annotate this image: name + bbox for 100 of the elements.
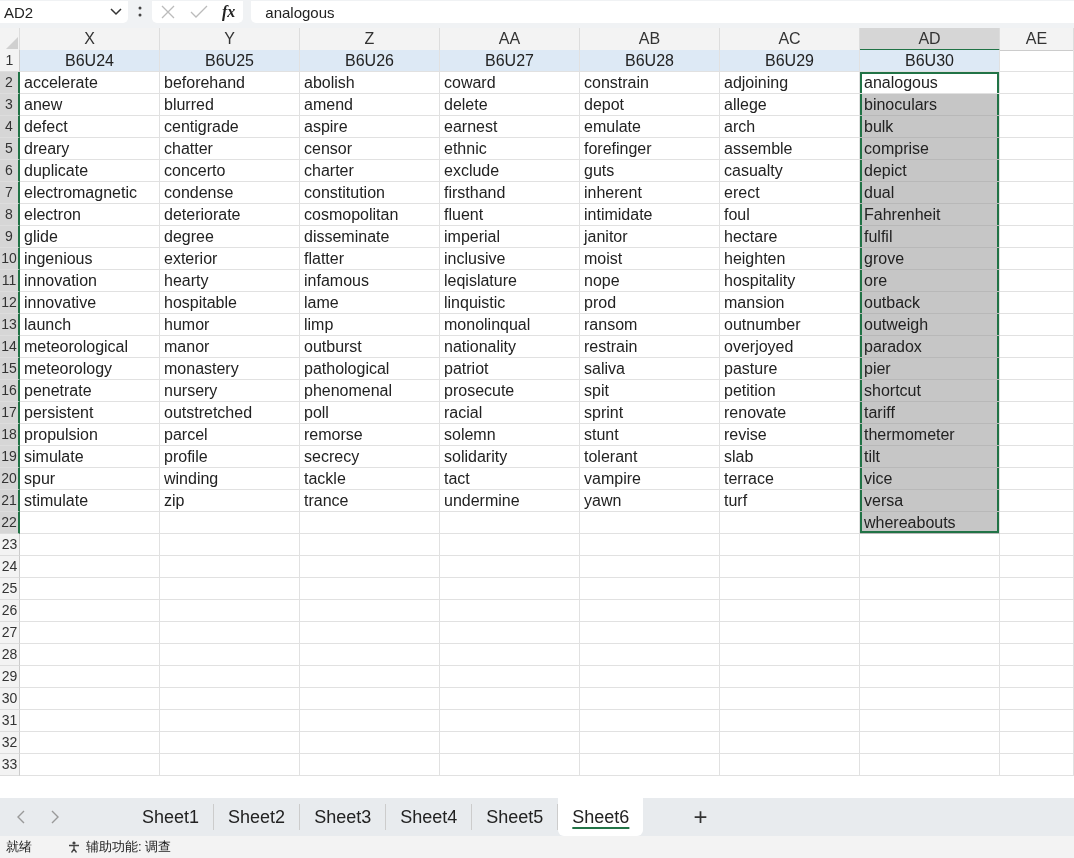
row-number[interactable]: 20: [0, 468, 20, 490]
table-cell: monastery: [160, 358, 300, 380]
name-box[interactable]: AD2: [0, 1, 128, 23]
table-cell: exclude: [440, 160, 580, 182]
row-number[interactable]: 2: [0, 72, 20, 94]
table-cell: patriot: [440, 358, 580, 380]
table-cell: tolerant: [580, 446, 720, 468]
row-number[interactable]: 22: [0, 512, 20, 534]
column-header[interactable]: X: [20, 28, 160, 51]
table-cell: propulsion: [20, 424, 160, 446]
table-cell: censor: [300, 138, 440, 160]
table-cell: secrecy: [300, 446, 440, 468]
row-number[interactable]: 29: [0, 666, 20, 688]
row-number[interactable]: 30: [0, 688, 20, 710]
row-number[interactable]: 1: [0, 50, 20, 72]
row-number[interactable]: 14: [0, 336, 20, 358]
column-header[interactable]: AD: [860, 28, 1000, 51]
sheet-tab[interactable]: Sheet3: [300, 804, 387, 830]
sheet-tab[interactable]: Sheet4: [386, 804, 473, 830]
insert-function-button[interactable]: fx: [222, 3, 236, 21]
row-number[interactable]: 19: [0, 446, 20, 468]
chevron-right-icon[interactable]: [50, 810, 60, 824]
corner-triangle-icon: [5, 36, 19, 50]
table-cell: nope: [580, 270, 720, 292]
row-number[interactable]: 33: [0, 754, 20, 776]
table-cell: trance: [300, 490, 440, 512]
row-number[interactable]: 11: [0, 270, 20, 292]
row-number[interactable]: 9: [0, 226, 20, 248]
row-number[interactable]: 3: [0, 94, 20, 116]
row-number[interactable]: 26: [0, 600, 20, 622]
column-header[interactable]: Z: [300, 28, 440, 51]
column-header[interactable]: Y: [160, 28, 300, 51]
table-cell: janitor: [580, 226, 720, 248]
status-text: 就绪: [6, 838, 32, 856]
table-cell: undermine: [440, 490, 580, 512]
table-cell: earnest: [440, 116, 580, 138]
table-cell: cosmopolitan: [300, 204, 440, 226]
table-cell: comprise: [860, 138, 1000, 160]
table-cell: meteorology: [20, 358, 160, 380]
column-header[interactable]: AE: [1000, 28, 1074, 51]
table-cell: innovation: [20, 270, 160, 292]
add-sheet-button[interactable]: +: [687, 803, 714, 831]
table-cell: fulfil: [860, 226, 1000, 248]
check-icon[interactable]: [190, 5, 208, 19]
table-cell: launch: [20, 314, 160, 336]
table-cell: simulate: [20, 446, 160, 468]
more-icon[interactable]: [138, 6, 142, 18]
row-number[interactable]: 24: [0, 556, 20, 578]
table-cell: degree: [160, 226, 300, 248]
row-number[interactable]: 17: [0, 402, 20, 424]
table-cell: outstretched: [160, 402, 300, 424]
row-number[interactable]: 4: [0, 116, 20, 138]
accessibility-status[interactable]: 辅助功能: 调查: [86, 838, 172, 856]
row-number[interactable]: 16: [0, 380, 20, 402]
cancel-icon[interactable]: [160, 4, 176, 20]
table-cell: humor: [160, 314, 300, 336]
row-number[interactable]: 15: [0, 358, 20, 380]
table-cell: dreary: [20, 138, 160, 160]
table-cell: shortcut: [860, 380, 1000, 402]
row-number[interactable]: 6: [0, 160, 20, 182]
sheet-tab[interactable]: Sheet1: [128, 804, 215, 830]
table-cell: vampire: [580, 468, 720, 490]
table-cell: charter: [300, 160, 440, 182]
table-cell: anew: [20, 94, 160, 116]
row-number[interactable]: 5: [0, 138, 20, 160]
table-cell: outweigh: [860, 314, 1000, 336]
table-cell: manor: [160, 336, 300, 358]
table-cell: deteriorate: [160, 204, 300, 226]
row-number[interactable]: 31: [0, 710, 20, 732]
table-cell: B6U29: [720, 50, 860, 72]
row-number[interactable]: 28: [0, 644, 20, 666]
row-number[interactable]: 32: [0, 732, 20, 754]
row-number[interactable]: 10: [0, 248, 20, 270]
accessibility-icon: [68, 841, 80, 853]
column-header[interactable]: AC: [720, 28, 860, 51]
table-cell: racial: [440, 402, 580, 424]
table-cell: outback: [860, 292, 1000, 314]
select-all-button[interactable]: [0, 28, 20, 51]
column-header[interactable]: AA: [440, 28, 580, 51]
row-number[interactable]: 12: [0, 292, 20, 314]
table-cell: linquistic: [440, 292, 580, 314]
table-cell: accelerate: [20, 72, 160, 94]
table-cell: spit: [580, 380, 720, 402]
row-number[interactable]: 21: [0, 490, 20, 512]
row-number[interactable]: 8: [0, 204, 20, 226]
formula-field[interactable]: analogous: [251, 1, 1074, 23]
table-cell: blurred: [160, 94, 300, 116]
table-cell: tact: [440, 468, 580, 490]
row-number[interactable]: 27: [0, 622, 20, 644]
row-number[interactable]: 7: [0, 182, 20, 204]
sheet-tab[interactable]: Sheet2: [214, 804, 301, 830]
table-cell: tariff: [860, 402, 1000, 424]
row-number[interactable]: 23: [0, 534, 20, 556]
chevron-left-icon[interactable]: [16, 810, 26, 824]
table-cell: prosecute: [440, 380, 580, 402]
row-number[interactable]: 25: [0, 578, 20, 600]
row-number[interactable]: 13: [0, 314, 20, 336]
row-number[interactable]: 18: [0, 424, 20, 446]
sheet-tab[interactable]: Sheet6: [558, 798, 644, 836]
column-header[interactable]: AB: [580, 28, 720, 51]
